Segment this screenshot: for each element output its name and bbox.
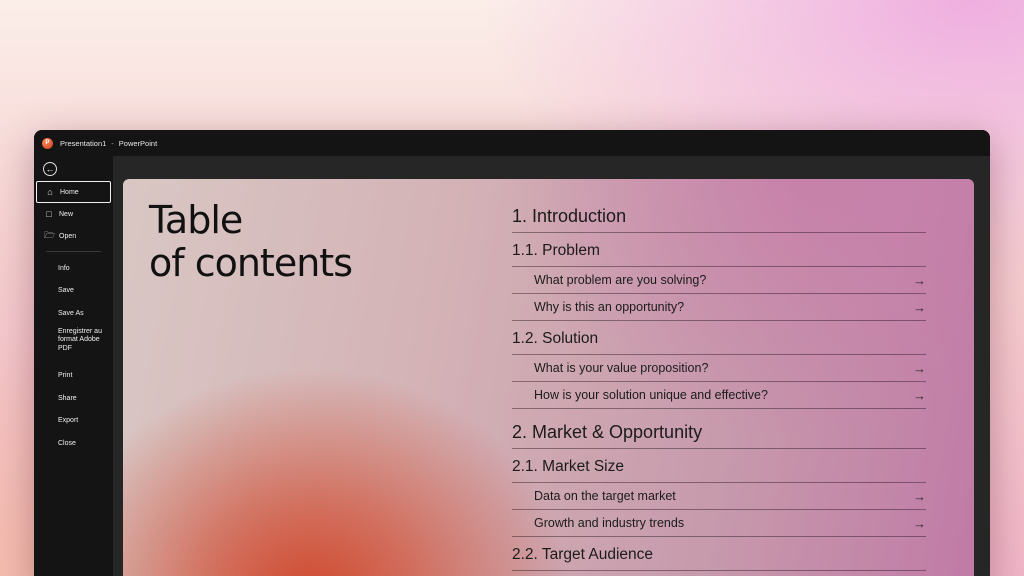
slide-title: Table of contents [149,199,449,285]
arrow-right-icon: → [913,488,926,504]
toc-item: Data on the target market → [512,483,926,510]
nav-item-open[interactable]: 🗁 Open [34,225,113,247]
toc-item: What is your value proposition? → [512,355,926,382]
nav-item-save-as[interactable]: Save As [34,302,113,325]
nav-item-label: Export [58,417,79,425]
nav-item-share[interactable]: Share [34,387,113,410]
toc-heading-2: 2.2. Target Audience [512,537,926,571]
sidebar-divider [46,251,101,252]
toc-text: 1.1. Problem [512,241,600,259]
nav-item-save[interactable]: Save [34,280,113,303]
nav-item-label: Home [60,188,79,196]
slide-canvas: Table of contents 1. Introduction 1.1. P… [113,156,990,576]
slide-title-line: of contents [149,241,353,285]
toc-text: What is your value proposition? [534,361,709,375]
back-arrow-icon[interactable]: ← [43,162,57,176]
nav-item-label: Close [58,439,76,447]
toc-heading-1: 1. Introduction [512,201,926,233]
nav-item-label: New [59,210,74,218]
toc-text: Growth and industry trends [534,516,685,530]
folder-open-icon: 🗁 [44,230,56,240]
nav-item-close[interactable]: Close [34,432,113,455]
toc-text: 2.2. Target Audience [512,545,654,563]
nav-item-home[interactable]: ⌂ Home [36,181,111,203]
nav-item-label: Info [58,264,70,272]
primary-nav: ⌂ Home □ New 🗁 Open [34,181,113,247]
title-separator: - [111,138,114,148]
nav-item-label: Save As [58,309,84,317]
toc-text: What problem are you solving? [534,273,707,287]
slide-preview[interactable]: Table of contents 1. Introduction 1.1. P… [123,179,974,576]
table-of-contents: 1. Introduction 1.1. Problem What proble… [512,201,926,571]
nav-item-label: Print [58,372,73,380]
toc-item: Growth and industry trends → [512,510,926,537]
nav-item-export[interactable]: Export [34,410,113,433]
toc-text: 1.2. Solution [512,329,599,347]
toc-heading-2: 2.1. Market Size [512,449,926,483]
powerpoint-window: P Presentation1 - PowerPoint ← ⌂ Home □ … [34,130,990,576]
nav-item-label: Share [58,394,77,402]
toc-item: Why is this an opportunity? → [512,294,926,321]
toc-text: Why is this an opportunity? [534,300,685,314]
arrow-right-icon: → [913,299,926,315]
arrow-right-icon: → [913,360,926,376]
home-icon: ⌂ [47,187,53,197]
app-name: PowerPoint [118,138,158,148]
toc-heading-2: 1.2. Solution [512,321,926,355]
toc-text: How is your solution unique and effectiv… [534,388,768,402]
nav-item-new[interactable]: □ New [34,203,113,225]
backstage-sidebar: ← ⌂ Home □ New 🗁 Open Info Save Save As … [34,156,113,576]
title-bar: P Presentation1 - PowerPoint [34,130,990,156]
nav-item-label: Enregistrer au format Adobe PDF [58,327,102,353]
arrow-right-icon: → [913,515,926,531]
arrow-right-icon: → [913,387,926,403]
nav-item-save-adobe-pdf[interactable]: Enregistrer au format Adobe PDF [34,325,113,365]
toc-text: 2.1. Market Size [512,457,624,475]
powerpoint-logo-icon: P [42,137,53,149]
slide-title-line: Table [149,198,243,242]
arrow-right-icon: → [913,272,926,288]
document-name: Presentation1 [60,138,107,148]
nav-item-info[interactable]: Info [34,257,113,280]
toc-text: Data on the target market [534,489,676,503]
nav-item-label: Open [59,232,77,240]
new-document-icon: □ [46,209,52,219]
toc-heading-2: 1.1. Problem [512,233,926,267]
secondary-nav: Info Save Save As Enregistrer au format … [34,257,113,455]
toc-item: What problem are you solving? → [512,267,926,294]
toc-text: 1. Introduction [512,206,627,226]
nav-item-print[interactable]: Print [34,365,113,388]
toc-item: How is your solution unique and effectiv… [512,382,926,409]
toc-heading-1: 2. Market & Opportunity [512,417,926,449]
nav-item-label: Save [58,287,74,295]
toc-text: 2. Market & Opportunity [512,422,703,442]
